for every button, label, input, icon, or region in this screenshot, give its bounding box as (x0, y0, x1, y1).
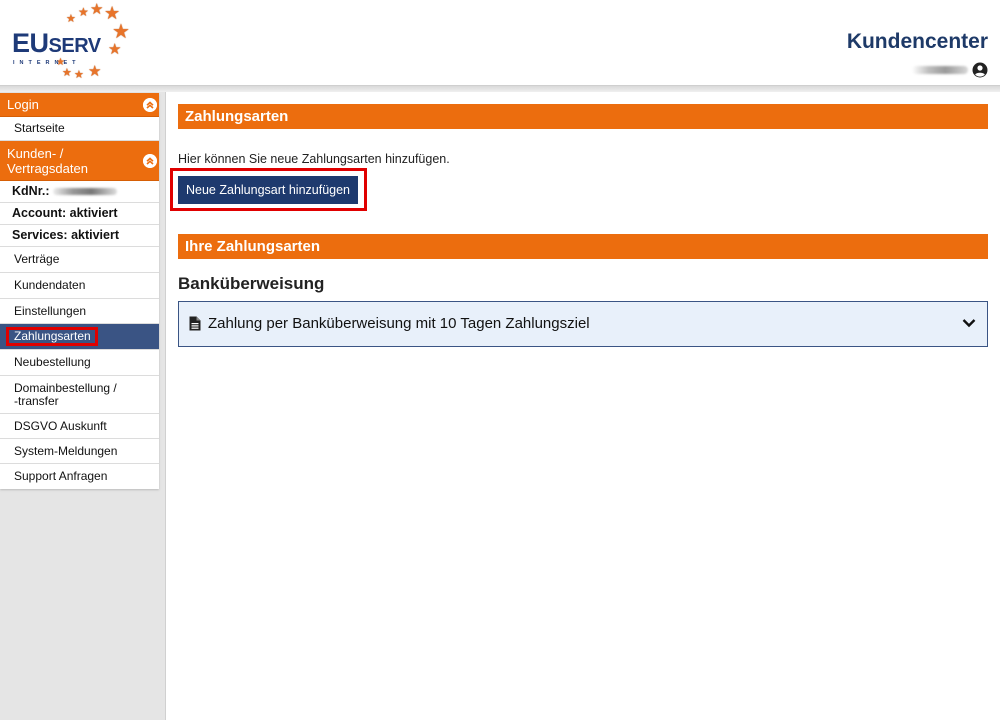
sidebar-header-label: Kunden- / (7, 146, 64, 161)
chevron-double-up-icon[interactable] (143, 153, 157, 168)
sidebar-item-einstellungen[interactable]: Einstellungen (0, 299, 159, 324)
header: ★ ★ ★ ★ ★ ★ ★ ★ ★ ★ EUSERV INTERNET Kund… (0, 0, 1000, 86)
section-header-ihre-zahlungsarten: Ihre Zahlungsarten (178, 234, 988, 259)
chevron-double-up-icon[interactable] (143, 97, 157, 112)
payment-method-label: Zahlung per Banküberweisung mit 10 Tagen… (208, 315, 590, 332)
logo-star-icon: ★ (90, 1, 104, 18)
sidebar-item-domainbestellung[interactable]: Domainbestellung / -transfer (0, 376, 159, 414)
highlight-box: Neue Zahlungsart hinzufügen (170, 168, 368, 211)
logo-star-icon: ★ (104, 3, 121, 23)
chevron-down-icon[interactable] (962, 317, 976, 329)
logo-star-icon: ★ (74, 69, 84, 81)
customer-number: KdNr.: (0, 181, 159, 203)
sidebar-header-login[interactable]: Login (0, 93, 159, 117)
add-payment-method-button[interactable]: Neue Zahlungsart hinzufügen (178, 176, 359, 204)
sidebar-header-label: Vertragsdaten (7, 161, 88, 176)
document-icon (189, 316, 201, 331)
payment-method-accordion[interactable]: Zahlung per Banküberweisung mit 10 Tagen… (178, 301, 988, 347)
redacted-customer-number (52, 188, 117, 196)
logo-star-icon: ★ (108, 41, 122, 58)
sidebar-header-label: Login (7, 97, 39, 112)
sidebar-item-label: -transfer (14, 394, 59, 408)
logo-star-icon: ★ (66, 13, 76, 25)
logo-star-icon: ★ (112, 21, 130, 43)
sidebar-header-kundendaten[interactable]: Kunden- / Vertragsdaten (0, 141, 159, 181)
sidebar-item-neubestellung[interactable]: Neubestellung (0, 350, 159, 376)
sidebar-item-support-anfragen[interactable]: Support Anfragen (0, 464, 159, 489)
logo-star-icon: ★ (88, 63, 102, 80)
sidebar-item-zahlungsarten[interactable]: Zahlungsarten (0, 324, 159, 350)
account-status: Account: aktiviert (0, 203, 159, 225)
sidebar-item-label: Zahlungsarten (6, 327, 98, 346)
sidebar-item-startseite[interactable]: Startseite (0, 117, 159, 141)
intro-text: Hier können Sie neue Zahlungsarten hinzu… (178, 152, 450, 166)
redacted-username (912, 66, 968, 74)
payment-group-title: Banküberweisung (178, 274, 325, 293)
sidebar: Login Startseite Kunden- / Vertragsdaten… (0, 93, 159, 489)
euserv-logo[interactable]: ★ ★ ★ ★ ★ ★ ★ ★ ★ ★ EUSERV INTERNET (8, 2, 133, 84)
logo-wordmark: EUSERV (12, 28, 101, 58)
main-content: Zahlungsarten Hier können Sie neue Zahlu… (170, 104, 988, 347)
sidebar-item-dsgvo[interactable]: DSGVO Auskunft (0, 414, 159, 439)
page-header-title: Kundencenter (846, 30, 988, 53)
logo-subtitle: INTERNET (13, 60, 81, 66)
logo-star-icon: ★ (78, 5, 89, 19)
customer-number-label: KdNr.: (12, 184, 50, 198)
logo-star-icon: ★ (62, 67, 72, 79)
user-circle-icon[interactable] (972, 62, 988, 78)
services-status: Services: aktiviert (0, 225, 159, 247)
sidebar-item-kundendaten[interactable]: Kundendaten (0, 273, 159, 299)
sidebar-item-system-meldungen[interactable]: System-Meldungen (0, 439, 159, 464)
sidebar-item-vertraege[interactable]: Verträge (0, 247, 159, 273)
section-header-zahlungsarten: Zahlungsarten (178, 104, 988, 129)
